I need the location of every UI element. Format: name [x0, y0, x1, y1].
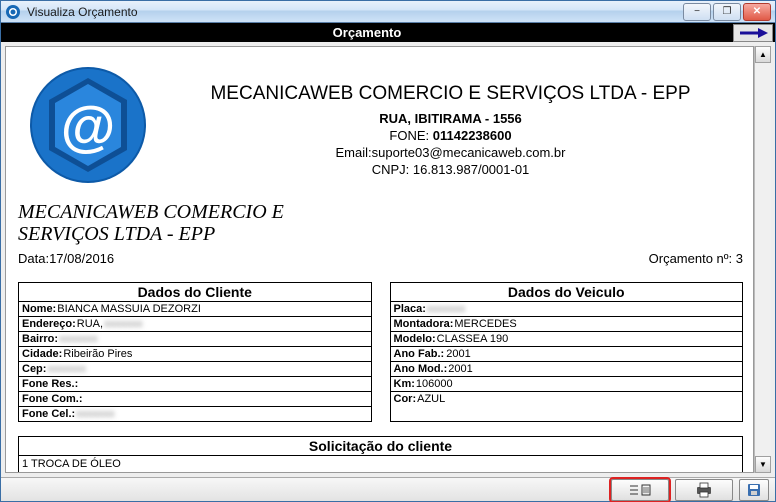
solicitacao-box: Solicitação do cliente 1 TROCA DE ÓLEO: [18, 436, 743, 472]
next-arrow-button[interactable]: [733, 24, 773, 42]
print-button[interactable]: [675, 479, 733, 501]
company-address: RUA, IBITIRAMA - 1556: [158, 111, 743, 126]
save-icon: [746, 482, 762, 498]
company-email: Email:suporte03@mecanicaweb.com.br: [158, 145, 743, 160]
company-italic-1: MECANICAWEB COMERCIO E: [18, 201, 743, 223]
printer-icon: [694, 482, 714, 498]
vertical-scrollbar[interactable]: ▲ ▼: [754, 46, 771, 473]
client-box: Dados do Cliente Nome:BIANCA MASSUIA DEZ…: [18, 282, 372, 422]
vehicle-montadora: Montadora:MERCEDES: [391, 317, 743, 332]
client-fone-cel: Fone Cel.:xxxxxxx: [19, 407, 371, 421]
content-area: @ MECANICAWEB COMERCIO E SERVIÇOS LTDA -…: [1, 42, 775, 477]
window-title: Visualiza Orçamento: [27, 5, 683, 19]
scroll-up-button[interactable]: ▲: [755, 46, 771, 63]
client-cep: Cep:xxxxxxx: [19, 362, 371, 377]
meta-row: Data:17/08/2016 Orçamento nº: 3: [18, 251, 743, 266]
vehicle-cor: Cor:AZUL: [391, 392, 743, 418]
header-bar: Orçamento: [1, 23, 775, 42]
company-italic-2: SERVIÇOS LTDA - EPP: [18, 223, 743, 245]
company-name: MECANICAWEB COMERCIO E SERVIÇOS LTDA - E…: [158, 83, 743, 105]
bottom-toolbar: [1, 477, 775, 501]
vehicle-anomod: Ano Mod.:2001: [391, 362, 743, 377]
tables-row: Dados do Cliente Nome:BIANCA MASSUIA DEZ…: [18, 282, 743, 422]
company-cnpj: CNPJ: 16.813.987/0001-01: [158, 162, 743, 177]
company-logo: @: [18, 55, 158, 195]
list-layout-icon: [628, 483, 652, 497]
titlebar: Visualiza Orçamento − ❐ ✕: [1, 1, 775, 23]
solicitacao-item-1: 1 TROCA DE ÓLEO: [19, 456, 742, 472]
app-icon: [5, 4, 21, 20]
scroll-track[interactable]: [755, 63, 771, 456]
vehicle-anofab: Ano Fab.: 2001: [391, 347, 743, 362]
client-cidade: Cidade:Ribeirão Pires: [19, 347, 371, 362]
scroll-down-button[interactable]: ▼: [755, 456, 771, 473]
arrow-right-icon: [738, 27, 768, 39]
chevron-up-icon: ▲: [759, 50, 767, 59]
header-title: Orçamento: [1, 25, 733, 40]
vehicle-km: Km:106000: [391, 377, 743, 392]
client-endereco: Endereço:RUA,xxxxxxx: [19, 317, 371, 332]
layout-button[interactable]: [611, 479, 669, 501]
vehicle-modelo: Modelo:CLASSEA 190: [391, 332, 743, 347]
window-buttons: − ❐ ✕: [683, 3, 771, 21]
close-button[interactable]: ✕: [743, 3, 771, 21]
client-title: Dados do Cliente: [19, 283, 371, 302]
chevron-down-icon: ▼: [759, 460, 767, 469]
client-nome: Nome:BIANCA MASSUIA DEZORZI: [19, 302, 371, 317]
client-fone-com: Fone Com.:: [19, 392, 371, 407]
company-block: MECANICAWEB COMERCIO E SERVIÇOS LTDA - E…: [158, 55, 743, 177]
vehicle-title: Dados do Veiculo: [391, 283, 743, 302]
solicitacao-wrap: Solicitação do cliente 1 TROCA DE ÓLEO: [18, 436, 743, 472]
maximize-button[interactable]: ❐: [713, 3, 741, 21]
close-icon: ✕: [753, 6, 761, 17]
minimize-icon: −: [694, 6, 700, 17]
window-frame: Visualiza Orçamento − ❐ ✕ Orçamento: [0, 0, 776, 502]
svg-text:@: @: [61, 94, 116, 157]
maximize-icon: ❐: [723, 6, 732, 17]
solicitacao-title: Solicitação do cliente: [19, 437, 742, 456]
vehicle-placa: Placa:xxxxxxx: [391, 302, 743, 317]
date-field: Data:17/08/2016: [18, 251, 114, 266]
client-fone-res: Fone Res.:: [19, 377, 371, 392]
client-bairro: Bairro:xxxxxxx: [19, 332, 371, 347]
quote-number: Orçamento nº: 3: [649, 251, 743, 266]
minimize-button[interactable]: −: [683, 3, 711, 21]
vehicle-box: Dados do Veiculo Placa:xxxxxxx Montadora…: [390, 282, 744, 422]
letterhead: @ MECANICAWEB COMERCIO E SERVIÇOS LTDA -…: [18, 55, 743, 195]
document-paper: @ MECANICAWEB COMERCIO E SERVIÇOS LTDA -…: [5, 46, 754, 473]
export-button[interactable]: [739, 479, 769, 501]
company-phone: FONE: 01142238600: [158, 128, 743, 143]
